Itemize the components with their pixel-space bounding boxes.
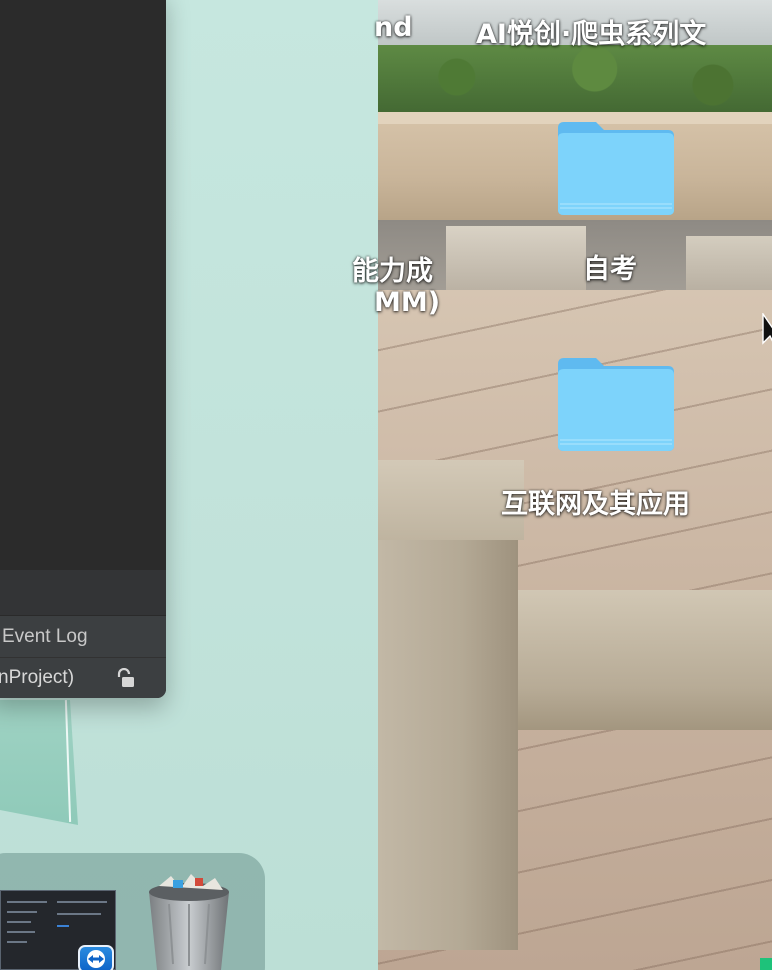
ide-window[interactable]: Event Log nProject) [0,0,166,698]
thumb-line [57,913,101,915]
wallpaper-railing [508,590,772,730]
desktop-label-partial-line2[interactable]: MM) [374,287,440,318]
desktop-label-top-right[interactable]: AI悦创·爬虫系列文 [476,12,706,51]
thumb-line [7,901,47,903]
teamviewer-icon[interactable] [78,945,114,970]
folder-label[interactable]: 自考 [583,247,637,286]
desktop-label-partial-line1[interactable]: 能力成 [352,249,433,288]
status-indicator [760,958,772,970]
bottom-toolbar: Event Log [0,615,166,657]
thumb-line [57,925,69,927]
event-log-button[interactable]: Event Log [2,626,88,648]
left-wallpaper: Event Log nProject) [0,0,378,970]
thumb-line [57,901,107,903]
status-bar: nProject) [0,657,166,698]
tool-window-gap [0,570,166,615]
thumb-line [7,931,35,933]
folder-label[interactable]: 互联网及其应用 [501,482,690,521]
trash-icon[interactable] [145,868,233,970]
thumb-line [7,941,27,943]
status-project-text: nProject) [0,667,75,688]
folder-icon[interactable] [556,120,676,215]
folder-icon[interactable] [556,356,676,451]
thumb-line [7,911,37,913]
desktop-label-partial-top-left[interactable]: nd [374,12,413,43]
wallpaper-block [446,226,586,294]
cursor-icon [762,313,772,345]
lock-icon[interactable] [114,668,136,690]
thumb-line [7,921,31,923]
editor-area[interactable] [0,0,166,570]
